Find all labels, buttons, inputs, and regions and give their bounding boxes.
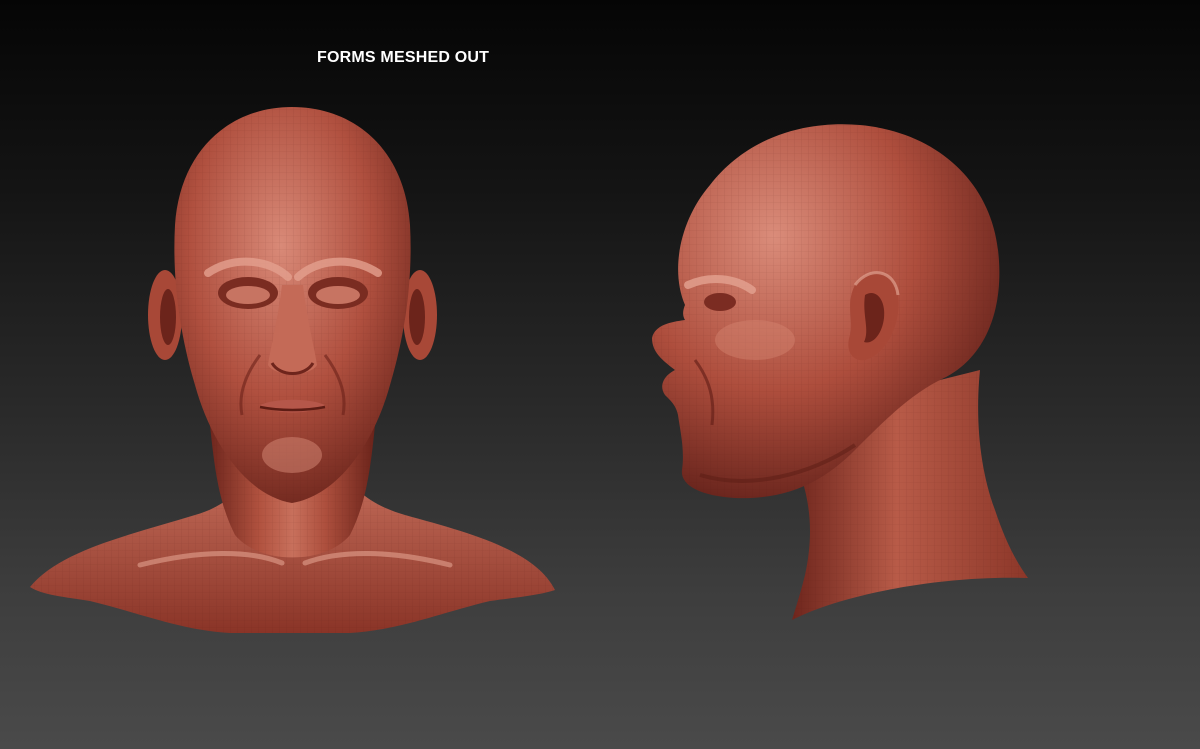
head-front-render bbox=[30, 107, 555, 633]
render-title: FORMS MESHED OUT bbox=[317, 49, 490, 66]
render-viewport: FORMS MESHED OUT bbox=[0, 0, 1200, 749]
head-profile-render bbox=[652, 124, 1028, 620]
